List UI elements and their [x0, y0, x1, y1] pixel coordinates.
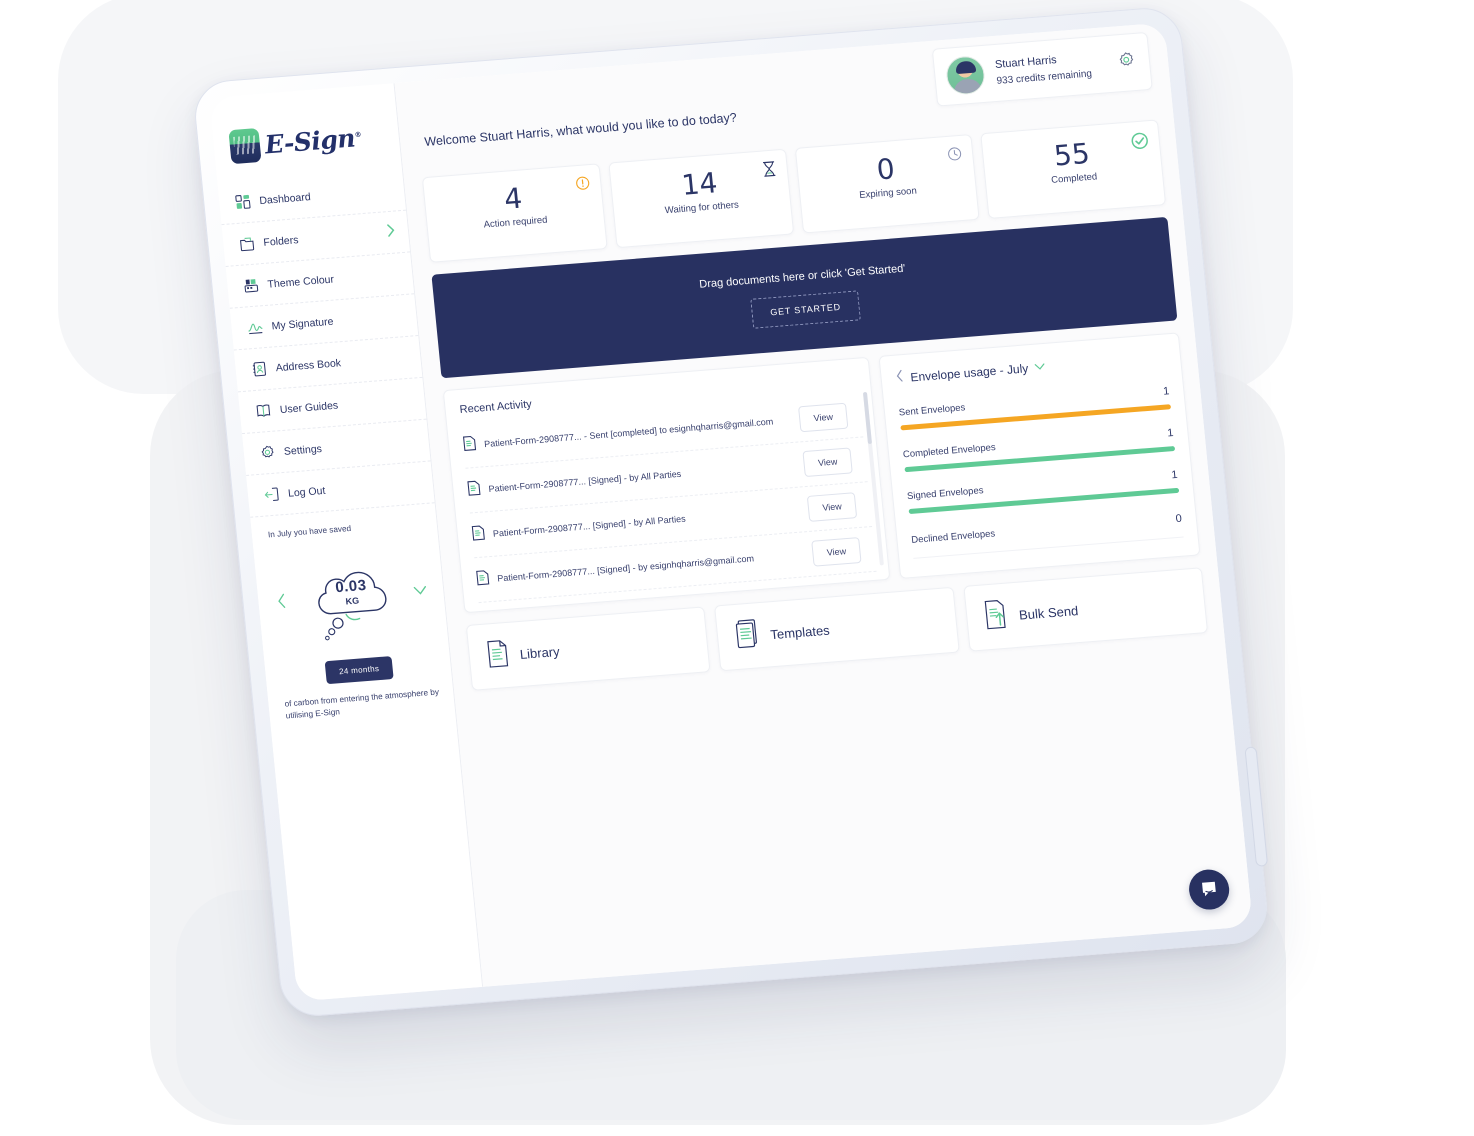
envelope-value: 1 — [1162, 385, 1170, 398]
envelope-row-top: Signed Envelopes 1 — [906, 468, 1179, 503]
carbon-cloud-icon: 0.03 KG — [300, 546, 405, 649]
signature-icon — [247, 319, 263, 335]
alert-icon — [574, 175, 591, 196]
envelope-usage-title: Envelope usage - July — [909, 361, 1029, 385]
library-doc-icon — [485, 638, 510, 673]
tablet-device: E-Sign® Dashboard Folders Theme Colour M… — [191, 5, 1271, 1019]
stat-card-expiring-soon[interactable]: 0 Expiring soon — [794, 134, 980, 234]
envelope-value: 1 — [1166, 427, 1174, 440]
envelope-label: Signed Envelopes — [906, 485, 984, 503]
gear-icon[interactable] — [1117, 51, 1136, 74]
sidebar-item-label: My Signature — [271, 315, 334, 332]
tile-bulk-send[interactable]: Bulk Send — [962, 567, 1209, 652]
sidebar-item-label: Address Book — [275, 356, 342, 374]
templates-icon — [734, 618, 761, 655]
envelope-row-top: Completed Envelopes 1 — [902, 427, 1174, 460]
sidebar-item-label: Log Out — [287, 484, 326, 500]
document-icon — [462, 434, 477, 456]
avatar — [945, 54, 987, 96]
document-icon — [467, 479, 482, 501]
palette-icon — [243, 277, 259, 293]
recent-activity-panel: Recent Activity Patient-Form-2908777... … — [442, 356, 891, 614]
envelope-label: Declined Envelopes — [910, 528, 996, 546]
get-started-button[interactable]: GET STARTED — [749, 290, 862, 329]
envelope-row-top: Declined Envelopes 0 — [911, 513, 1183, 546]
sidebar-item-label: Settings — [283, 442, 323, 458]
dashboard-icon — [235, 194, 251, 210]
carbon-outro-text: of carbon from entering the atmosphere b… — [284, 687, 440, 721]
activity-row-label: Patient-Form-2908777... [Signed] - by es… — [496, 553, 755, 584]
user-card[interactable]: Stuart Harris 933 credits remaining — [932, 31, 1153, 107]
welcome-heading: Welcome Stuart Harris, what would you li… — [423, 110, 738, 149]
logout-icon — [263, 486, 279, 502]
view-button[interactable]: View — [798, 402, 849, 433]
tile-label: Bulk Send — [1018, 602, 1079, 623]
user-credits: 933 credits remaining — [996, 68, 1093, 87]
chevron-right-icon[interactable] — [385, 223, 397, 243]
tile-label: Library — [519, 643, 561, 662]
carbon-prev-button[interactable] — [276, 593, 289, 615]
scrollbar-thumb[interactable] — [862, 392, 872, 445]
sidebar-item-label: User Guides — [279, 399, 339, 416]
activity-row-label: Patient-Form-2908777... - Sent [complete… — [483, 416, 774, 450]
clock-icon — [947, 146, 964, 167]
envelope-value: 1 — [1170, 468, 1179, 482]
sidebar-nav: Dashboard Folders Theme Colour My Signat… — [217, 168, 435, 518]
envelope-row-top: Sent Envelopes 1 — [898, 385, 1170, 418]
tablet-screen: E-Sign® Dashboard Folders Theme Colour M… — [209, 22, 1253, 1002]
carbon-saving-widget: In July you have saved 0.03 KG 24 months… — [250, 503, 456, 740]
sidebar-item-label: Theme Colour — [266, 273, 335, 291]
tile-templates[interactable]: Templates — [714, 586, 960, 672]
chevron-left-icon[interactable] — [895, 369, 906, 388]
app-logo[interactable]: E-Sign® — [211, 101, 401, 173]
chat-bubble-icon[interactable] — [1187, 868, 1232, 912]
check-circle-icon — [1130, 131, 1150, 155]
envelope-row-declined: Declined Envelopes 0 — [910, 507, 1184, 559]
envelope-label: Completed Envelopes — [902, 442, 997, 461]
hourglass-icon — [760, 160, 777, 182]
screenshot-stage: E-Sign® Dashboard Folders Theme Colour M… — [0, 0, 1474, 1136]
stat-card-completed[interactable]: 55 Completed — [980, 119, 1167, 219]
sidebar-item-label: Folders — [262, 233, 299, 249]
user-name: Stuart Harris — [994, 54, 1058, 71]
envelope-row-completed: Completed Envelopes 1 — [902, 421, 1176, 473]
stat-card-action-required[interactable]: 4 Action required — [421, 163, 608, 263]
logo-wordmark: E-Sign® — [263, 122, 362, 159]
address-book-icon — [251, 361, 267, 377]
view-button[interactable]: View — [807, 492, 857, 522]
carbon-cloud-row: 0.03 KG — [269, 533, 435, 663]
sidebar-item-label: Dashboard — [258, 190, 312, 207]
book-icon — [255, 403, 271, 419]
view-button[interactable]: View — [802, 447, 853, 478]
main-content: Stuart Harris 933 credits remaining Welc… — [394, 22, 1253, 987]
activity-row-label: Patient-Form-2908777... [Signed] - by Al… — [492, 513, 687, 539]
banner-text: Drag documents here or click 'Get Starte… — [698, 262, 906, 291]
envelope-row-sent: Sent Envelopes 1 — [898, 379, 1172, 431]
envelope-row-signed: Signed Envelopes 1 — [906, 463, 1180, 515]
carbon-period-button[interactable]: 24 months — [325, 656, 394, 685]
folder-icon — [239, 236, 255, 252]
carbon-next-button[interactable] — [413, 583, 429, 602]
logo-mark-icon — [228, 127, 262, 165]
tile-library[interactable]: Library — [465, 606, 711, 691]
envelope-label: Sent Envelopes — [898, 402, 966, 419]
bulk-send-icon — [982, 598, 1009, 635]
user-text-block: Stuart Harris 933 credits remaining — [994, 52, 1092, 87]
stat-card-waiting-for-others[interactable]: 14 Waiting for others — [608, 148, 794, 249]
document-icon — [475, 569, 490, 591]
document-icon — [471, 524, 486, 546]
view-button[interactable]: View — [811, 537, 862, 567]
activity-row-label: Patient-Form-2908777... [Signed] - by Al… — [488, 468, 682, 494]
logo-text: E-Sign — [263, 123, 357, 159]
tile-label: Templates — [769, 622, 831, 642]
envelope-usage-panel: Envelope usage - July Sent Envelopes 1 C… — [878, 332, 1201, 579]
chevron-down-icon[interactable] — [1033, 358, 1046, 377]
logo-trademark: ® — [353, 129, 362, 139]
gear-icon — [259, 445, 275, 461]
envelope-value: 0 — [1175, 512, 1183, 526]
